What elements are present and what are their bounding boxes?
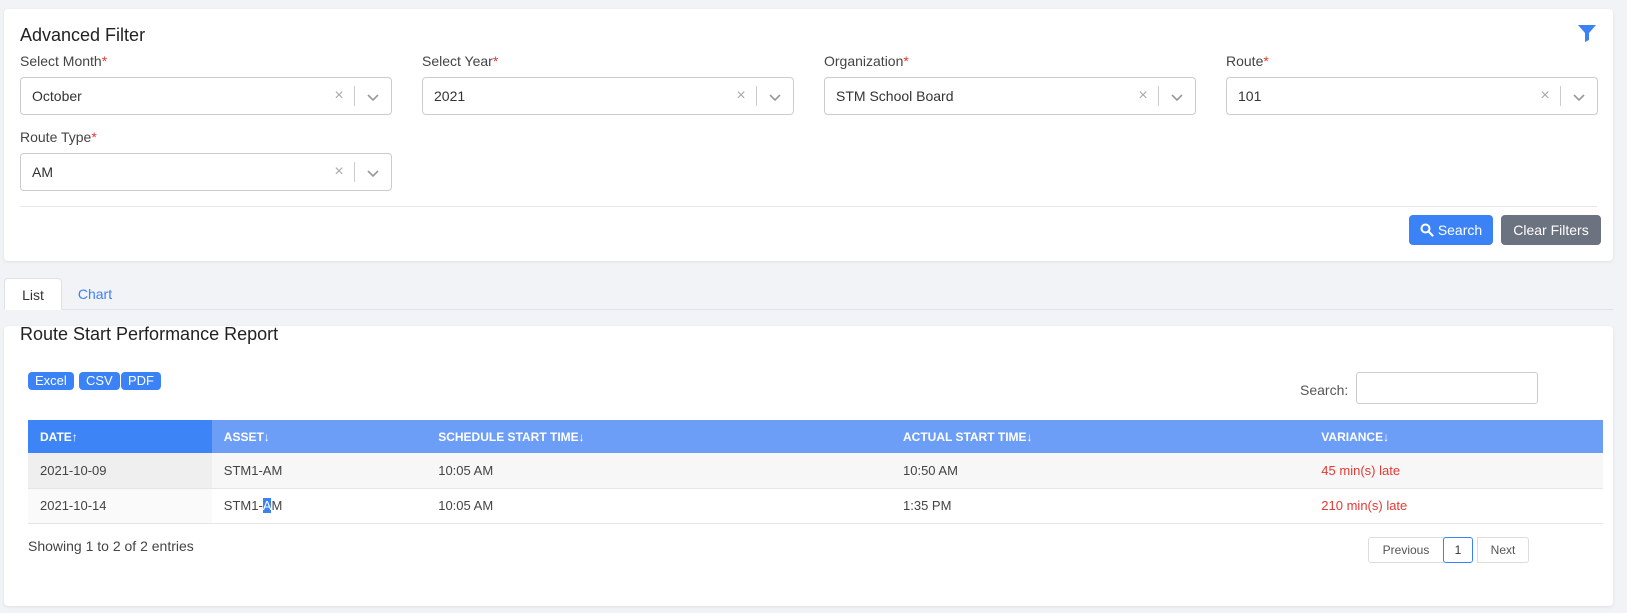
tab-list[interactable]: List	[4, 278, 62, 310]
cell-variance: 210 min(s) late	[1309, 488, 1603, 524]
route-dropdown[interactable]: 101 ×	[1226, 77, 1598, 115]
clear-filters-button[interactable]: Clear Filters	[1501, 215, 1601, 245]
separator	[1158, 86, 1159, 106]
cell-asset-text: STM1-	[223, 498, 263, 513]
select-month-dropdown[interactable]: October ×	[20, 77, 392, 115]
entries-info: Showing 1 to 2 of 2 entries	[28, 538, 194, 554]
pagination-next[interactable]: Next	[1477, 537, 1529, 563]
select-year-field: Select Year* 2021 ×	[422, 51, 794, 115]
table-search-label: Search:	[1300, 382, 1349, 398]
separator	[1560, 86, 1561, 106]
export-csv-button[interactable]: CSV	[79, 372, 120, 390]
select-year-value: 2021	[434, 88, 466, 104]
cell-asset: STM1-AM	[211, 453, 427, 489]
column-header-variance[interactable]: VARIANCE↓	[1309, 420, 1603, 453]
required-mark: *	[1263, 53, 1269, 69]
route-field: Route* 101 ×	[1226, 51, 1598, 115]
select-month-label: Select Month	[20, 53, 102, 69]
clear-icon[interactable]: ×	[1537, 78, 1553, 114]
select-month-field: Select Month* October ×	[20, 51, 392, 115]
cell-actual-start: 1:35 PM	[891, 488, 1310, 524]
separator	[354, 86, 355, 106]
clear-icon[interactable]: ×	[733, 78, 749, 114]
table-header-row: DATE↑ ASSET↓ SCHEDULE START TIME↓ ACTUAL…	[28, 420, 1603, 453]
route-value: 101	[1238, 88, 1262, 104]
chevron-down-icon[interactable]	[365, 89, 381, 105]
route-type-label: Route Type	[20, 129, 92, 145]
search-button-label: Search	[1437, 222, 1483, 238]
table-row: 2021-10-09 STM1-AM 10:05 AM 10:50 AM 45 …	[28, 453, 1603, 489]
search-icon	[1420, 223, 1434, 237]
chevron-down-icon[interactable]	[767, 89, 783, 105]
column-header-actual-start-time[interactable]: ACTUAL START TIME↓	[891, 420, 1310, 453]
table-row: 2021-10-14 STM1-AM 10:05 AM 1:35 PM 210 …	[28, 488, 1603, 524]
pagination-previous[interactable]: Previous	[1368, 537, 1444, 563]
separator	[354, 162, 355, 182]
report-title: Route Start Performance Report	[20, 324, 279, 344]
column-header-asset[interactable]: ASSET↓	[211, 420, 427, 453]
clear-icon[interactable]: ×	[1135, 78, 1151, 114]
cell-asset: STM1-AM	[211, 488, 427, 524]
table-search-input[interactable]	[1356, 372, 1538, 404]
report-panel: Route Start Performance Report Excel CSV…	[4, 324, 1613, 606]
clear-icon[interactable]: ×	[331, 154, 347, 190]
export-excel-button[interactable]: Excel	[28, 372, 74, 390]
chevron-down-icon[interactable]	[1571, 89, 1587, 105]
route-label: Route	[1226, 53, 1264, 69]
route-type-field: Route Type* AM ×	[20, 127, 392, 191]
required-mark: *	[101, 53, 108, 69]
cell-variance: 45 min(s) late	[1309, 453, 1603, 489]
export-pdf-button[interactable]: PDF	[121, 372, 161, 390]
route-type-value: AM	[32, 164, 53, 180]
pagination-page-1[interactable]: 1	[1443, 537, 1473, 563]
select-year-dropdown[interactable]: 2021 ×	[422, 77, 794, 115]
cell-schedule-start: 10:05 AM	[426, 453, 891, 489]
clear-icon[interactable]: ×	[331, 78, 347, 114]
chevron-down-icon[interactable]	[365, 165, 381, 181]
view-tabs: List Chart	[4, 278, 1613, 310]
chevron-down-icon[interactable]	[1169, 89, 1185, 105]
cell-schedule-start: 10:05 AM	[426, 488, 891, 524]
select-month-value: October	[32, 88, 82, 104]
cell-date: 2021-10-09	[28, 453, 212, 489]
cell-date: 2021-10-14	[28, 488, 212, 524]
column-header-schedule-start-time[interactable]: SCHEDULE START TIME↓	[426, 420, 891, 453]
tab-chart[interactable]: Chart	[66, 278, 124, 310]
filter-icon[interactable]	[1577, 23, 1597, 43]
organization-field: Organization* STM School Board ×	[824, 51, 1196, 115]
required-mark: *	[903, 53, 909, 69]
route-type-dropdown[interactable]: AM ×	[20, 153, 392, 191]
report-table: DATE↑ ASSET↓ SCHEDULE START TIME↓ ACTUAL…	[28, 420, 1603, 524]
required-mark: *	[492, 53, 499, 69]
advanced-filter-panel: Advanced Filter Select Month* October × …	[4, 9, 1613, 261]
select-year-label: Select Year	[422, 53, 493, 69]
organization-label: Organization	[824, 53, 904, 69]
required-mark: *	[91, 129, 97, 145]
organization-value: STM School Board	[836, 88, 954, 104]
cell-asset-text: M	[271, 498, 283, 513]
search-button[interactable]: Search	[1409, 215, 1493, 245]
separator	[756, 86, 757, 106]
filter-divider	[20, 206, 1597, 207]
filter-title: Advanced Filter	[20, 25, 146, 45]
organization-dropdown[interactable]: STM School Board ×	[824, 77, 1196, 115]
column-header-date[interactable]: DATE↑	[28, 420, 212, 453]
cell-actual-start: 10:50 AM	[891, 453, 1310, 489]
